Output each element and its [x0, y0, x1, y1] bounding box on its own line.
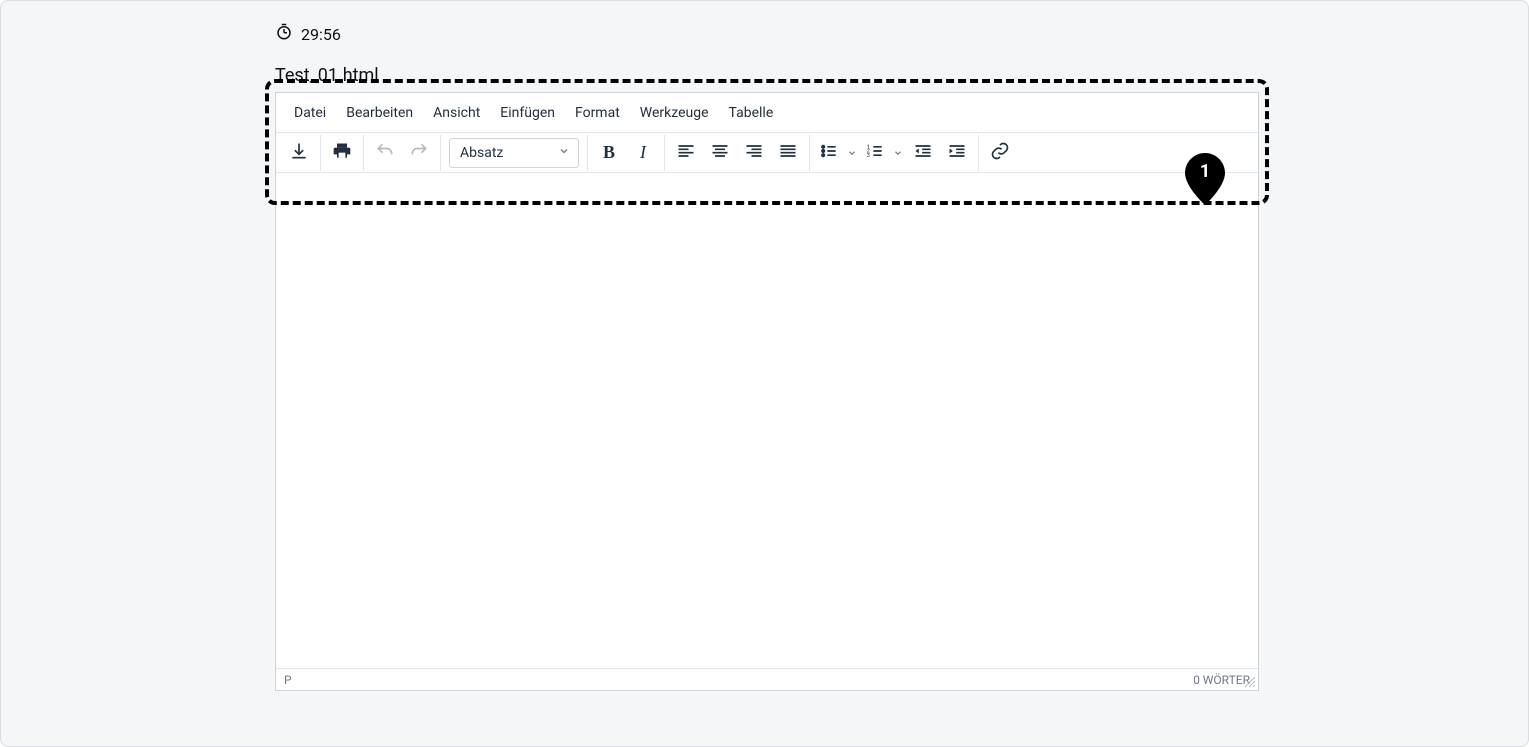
save-button[interactable] — [282, 136, 316, 170]
editor-content-area[interactable] — [276, 173, 1258, 668]
menu-insert[interactable]: Einfügen — [490, 99, 565, 127]
indent-icon — [947, 141, 967, 165]
align-left-button[interactable] — [669, 136, 703, 170]
align-left-icon — [676, 141, 696, 165]
resize-handle[interactable] — [1244, 676, 1256, 688]
editor-menubar: Datei Bearbeiten Ansicht Einfügen Format… — [276, 93, 1258, 133]
svg-text:3: 3 — [867, 152, 870, 158]
bullet-list-icon — [819, 141, 839, 165]
align-right-button[interactable] — [737, 136, 771, 170]
link-icon — [990, 141, 1010, 165]
outdent-icon — [913, 141, 933, 165]
word-count[interactable]: 0 WÖRTER — [1193, 673, 1250, 687]
menu-view[interactable]: Ansicht — [423, 99, 490, 127]
print-icon — [332, 141, 352, 165]
block-format-select[interactable]: Absatz — [449, 138, 579, 168]
editor-statusbar: P 0 WÖRTER — [276, 668, 1258, 690]
timer-value: 29:56 — [301, 25, 341, 44]
redo-button[interactable] — [402, 136, 436, 170]
numbered-list-button[interactable]: 123 — [860, 136, 890, 170]
chevron-down-icon — [558, 145, 570, 161]
menu-table[interactable]: Tabelle — [719, 99, 784, 127]
menu-format[interactable]: Format — [565, 99, 630, 127]
redo-icon — [409, 141, 429, 165]
align-center-icon — [710, 141, 730, 165]
align-right-icon — [744, 141, 764, 165]
download-icon — [289, 141, 309, 165]
content-column: 29:56 Test_01.html Datei Bearbeiten Ansi… — [275, 23, 1259, 691]
chevron-down-icon — [893, 143, 903, 162]
align-justify-icon — [778, 141, 798, 165]
print-button[interactable] — [325, 136, 359, 170]
numbered-list-icon: 123 — [865, 141, 885, 165]
block-format-label: Absatz — [460, 145, 503, 161]
menu-tools[interactable]: Werkzeuge — [630, 99, 719, 127]
app-frame: 29:56 Test_01.html Datei Bearbeiten Ansi… — [0, 0, 1529, 747]
document-filename: Test_01.html — [275, 65, 1259, 86]
element-path[interactable]: P — [284, 673, 292, 687]
align-center-button[interactable] — [703, 136, 737, 170]
timer-icon — [275, 23, 293, 45]
bold-icon: B — [603, 142, 615, 163]
italic-icon: I — [640, 142, 646, 163]
link-button[interactable] — [983, 136, 1017, 170]
menu-file[interactable]: Datei — [284, 99, 336, 127]
rich-text-editor: Datei Bearbeiten Ansicht Einfügen Format… — [275, 92, 1259, 691]
resize-icon — [1244, 677, 1256, 691]
undo-button[interactable] — [368, 136, 402, 170]
bullet-list-button[interactable] — [814, 136, 844, 170]
editor-toolbar: Absatz B I — [276, 133, 1258, 173]
italic-button[interactable]: I — [626, 136, 660, 170]
bold-button[interactable]: B — [592, 136, 626, 170]
timer: 29:56 — [275, 23, 1259, 45]
align-justify-button[interactable] — [771, 136, 805, 170]
chevron-down-icon — [847, 143, 857, 162]
outdent-button[interactable] — [906, 136, 940, 170]
numbered-list-menu[interactable] — [890, 143, 906, 162]
undo-icon — [375, 141, 395, 165]
indent-button[interactable] — [940, 136, 974, 170]
menu-edit[interactable]: Bearbeiten — [336, 99, 423, 127]
bullet-list-menu[interactable] — [844, 143, 860, 162]
